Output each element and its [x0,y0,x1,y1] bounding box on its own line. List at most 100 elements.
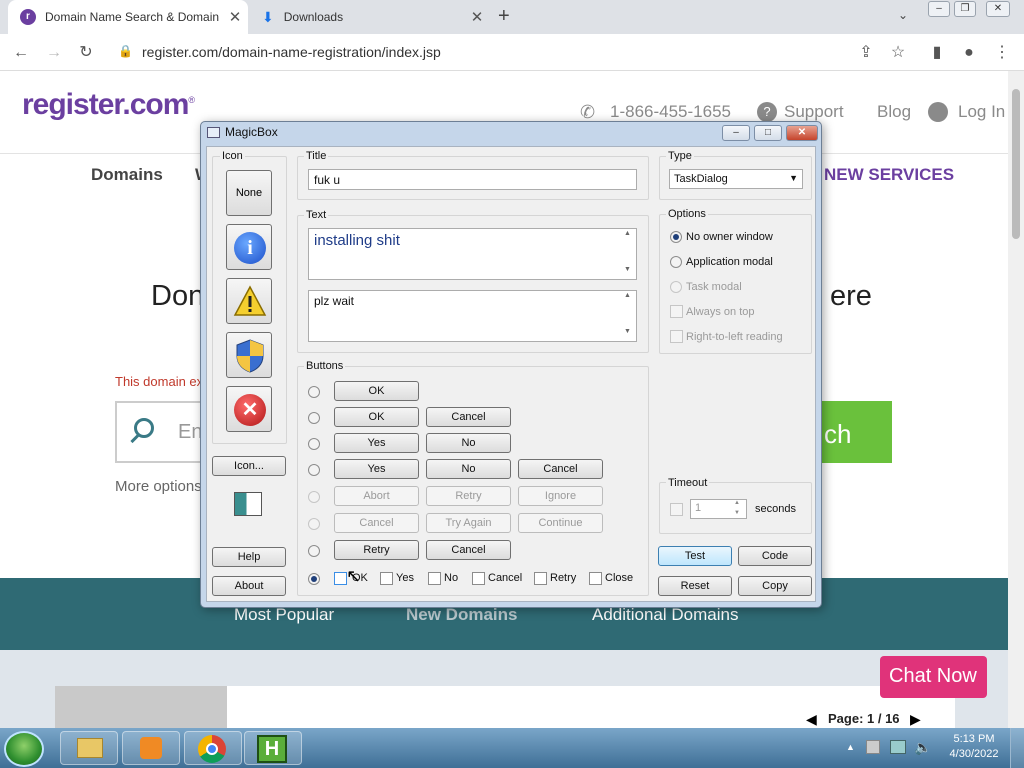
tab-additional-domains[interactable]: Additional Domains [592,605,738,625]
reset-button[interactable]: Reset [658,576,732,596]
no-button[interactable]: No [426,459,511,479]
radio-yes-no[interactable] [308,438,320,450]
volume-icon[interactable]: 🔈 [914,739,931,756]
warning-icon-button[interactable] [226,278,272,324]
cancel-button[interactable]: Cancel [426,540,511,560]
retry-button[interactable]: Retry [334,540,419,560]
copy-button[interactable]: Copy [738,576,812,596]
timeout-checkbox[interactable] [670,503,683,516]
test-button[interactable]: Test [658,546,732,566]
chevron-down-icon[interactable]: ⌄ [898,8,908,22]
shield-icon-button[interactable] [226,332,272,378]
close-icon[interactable]: ✕ [986,1,1010,17]
cancel-button[interactable]: Cancel [334,513,419,533]
radio-abort-retry-ignore[interactable] [308,491,320,503]
minimize-icon[interactable]: – [722,125,750,141]
type-select[interactable]: TaskDialog ▼ [669,169,803,189]
always-on-top-checkbox[interactable] [670,305,683,318]
choose-icon-button[interactable]: Icon... [212,456,286,476]
scroll-thumb[interactable] [1012,89,1020,239]
icon-none-button[interactable]: None [226,170,272,216]
task-modal-radio[interactable] [670,281,682,293]
maximize-icon[interactable]: □ [754,125,782,141]
cancel-button[interactable]: Cancel [426,407,511,427]
support-link[interactable]: Support [784,102,844,122]
no-button[interactable]: No [426,433,511,453]
spin-down-icon[interactable]: ▼ [734,510,740,516]
reload-icon[interactable]: ↻ [75,42,97,64]
show-desktop-button[interactable] [1010,728,1024,768]
title-input[interactable]: fuk u [308,169,637,190]
main-text-input[interactable]: installing shit [308,228,637,280]
address-bar[interactable]: register.com/domain-name-registration/in… [142,44,441,60]
close-tab-icon[interactable]: ✕ [464,8,490,26]
scroll-down-icon[interactable]: ▼ [622,266,633,273]
login-link[interactable]: Log In [958,102,1005,122]
restore-icon[interactable]: ❐ [954,1,976,17]
new-tab-icon[interactable]: + [498,5,510,28]
no-owner-radio[interactable] [670,231,682,243]
magicbox-taskbar-button[interactable]: H [244,731,302,765]
chat-now-button[interactable]: Chat Now [880,656,987,698]
star-icon[interactable]: ☆ [887,42,909,64]
app-modal-radio[interactable] [670,256,682,268]
minimize-icon[interactable]: – [928,1,950,17]
no-checkbox[interactable] [428,572,441,585]
search-button[interactable]: ch [812,401,892,463]
lock-icon[interactable]: 🔒 [118,44,133,58]
scroll-down-icon[interactable]: ▼ [622,328,633,335]
yes-button[interactable]: Yes [334,433,419,453]
spin-up-icon[interactable]: ▲ [734,500,740,506]
phone-number[interactable]: 1-866-455-1655 [610,102,731,122]
chrome-taskbar-button[interactable] [184,731,242,765]
sidebar-icon[interactable]: ▮ [926,42,948,64]
close-icon[interactable]: ✕ [786,125,818,141]
forward-icon[interactable]: → [43,42,65,64]
radio-ok[interactable] [308,386,320,398]
sub-text-input[interactable]: plz wait [308,290,637,342]
abort-button[interactable]: Abort [334,486,419,506]
tab-new-domains[interactable]: New Domains [406,605,517,625]
radio-yes-no-cancel[interactable] [308,464,320,476]
share-icon[interactable]: ⇪ [855,42,877,64]
menu-icon[interactable]: ⋮ [991,42,1013,64]
close-checkbox[interactable] [589,572,602,585]
rtl-checkbox[interactable] [670,330,683,343]
about-button[interactable]: About [212,576,286,596]
start-button[interactable] [4,731,44,767]
yes-button[interactable]: Yes [334,459,419,479]
error-icon-button[interactable]: ✕ [226,386,272,432]
retry-button[interactable]: Retry [426,486,511,506]
continue-button[interactable]: Continue [518,513,603,533]
try-again-button[interactable]: Try Again [426,513,511,533]
clock[interactable]: 5:13 PM 4/30/2022 [944,733,1004,760]
radio-custom[interactable] [308,573,320,585]
info-icon-button[interactable]: i [226,224,272,270]
radio-cancel-tryagain-continue[interactable] [308,518,320,530]
profile-icon[interactable]: ● [958,42,980,64]
help-button[interactable]: Help [212,547,286,567]
radio-ok-cancel[interactable] [308,412,320,424]
ignore-button[interactable]: Ignore [518,486,603,506]
arrow-left-icon[interactable]: ◀ [806,711,817,728]
ok-button[interactable]: OK [334,407,419,427]
tab-most-popular[interactable]: Most Popular [234,605,334,625]
nav-domains[interactable]: Domains [91,165,163,185]
more-options-link[interactable]: More options [115,478,202,495]
retry-checkbox[interactable] [534,572,547,585]
cancel-checkbox[interactable] [472,572,485,585]
scroll-up-icon[interactable]: ▲ [622,230,633,237]
nav-new-services[interactable]: NEW SERVICES [824,165,954,185]
cancel-button[interactable]: Cancel [518,459,603,479]
code-button[interactable]: Code [738,546,812,566]
close-tab-icon[interactable]: ✕ [222,8,248,26]
media-player-taskbar-button[interactable] [122,731,180,765]
tab-downloads[interactable]: ⬇ Downloads ✕ [250,0,490,34]
register-logo[interactable]: register.com® [22,88,195,122]
network-icon[interactable] [890,740,906,754]
scroll-up-icon[interactable]: ▲ [622,292,633,299]
arrow-right-icon[interactable]: ▶ [910,711,921,728]
ok-button[interactable]: OK [334,381,419,401]
blog-link[interactable]: Blog [877,102,911,122]
action-center-icon[interactable] [866,740,880,754]
